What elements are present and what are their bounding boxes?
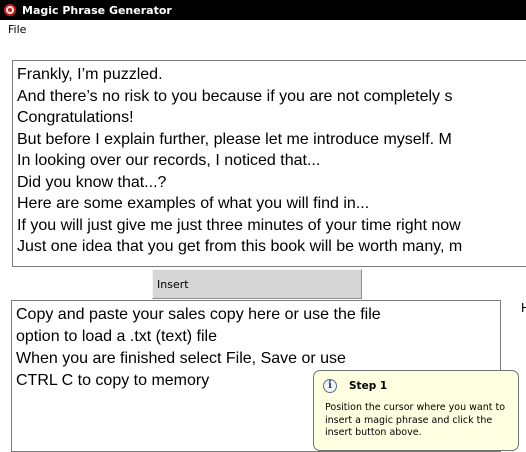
phrase-item[interactable]: Here are some examples of what you will … [17,193,526,215]
phrase-item[interactable]: But before I explain further, please let… [17,129,526,151]
tooltip-title: Step 1 [349,380,388,392]
phrase-list[interactable]: Frankly, I’m puzzled. And there’s no ris… [12,60,526,267]
app-icon[interactable] [4,4,16,16]
title-bar: Magic Phrase Generator [0,0,526,20]
tooltip-body: Position the cursor where you want to in… [325,402,506,438]
phrase-item[interactable]: Congratulations! [17,107,526,129]
step-tooltip: i Step 1 Position the cursor where you w… [313,370,519,451]
phrase-item[interactable]: Did you know that...? [17,172,526,194]
side-label: H [521,300,526,315]
info-icon: i [323,379,337,393]
phrase-item[interactable]: In looking over our records, I noticed t… [17,150,526,172]
menu-bar: File [0,20,526,38]
window-title: Magic Phrase Generator [22,3,172,17]
phrase-item[interactable]: If you will just give me just three minu… [17,215,526,237]
phrase-item[interactable]: Frankly, I’m puzzled. [17,64,526,86]
phrase-item[interactable]: And there’s no risk to you because if yo… [17,86,526,108]
menu-file[interactable]: File [8,23,26,36]
phrase-item[interactable]: Just one idea that you get from this boo… [17,236,526,258]
insert-button[interactable]: Insert [152,269,362,299]
